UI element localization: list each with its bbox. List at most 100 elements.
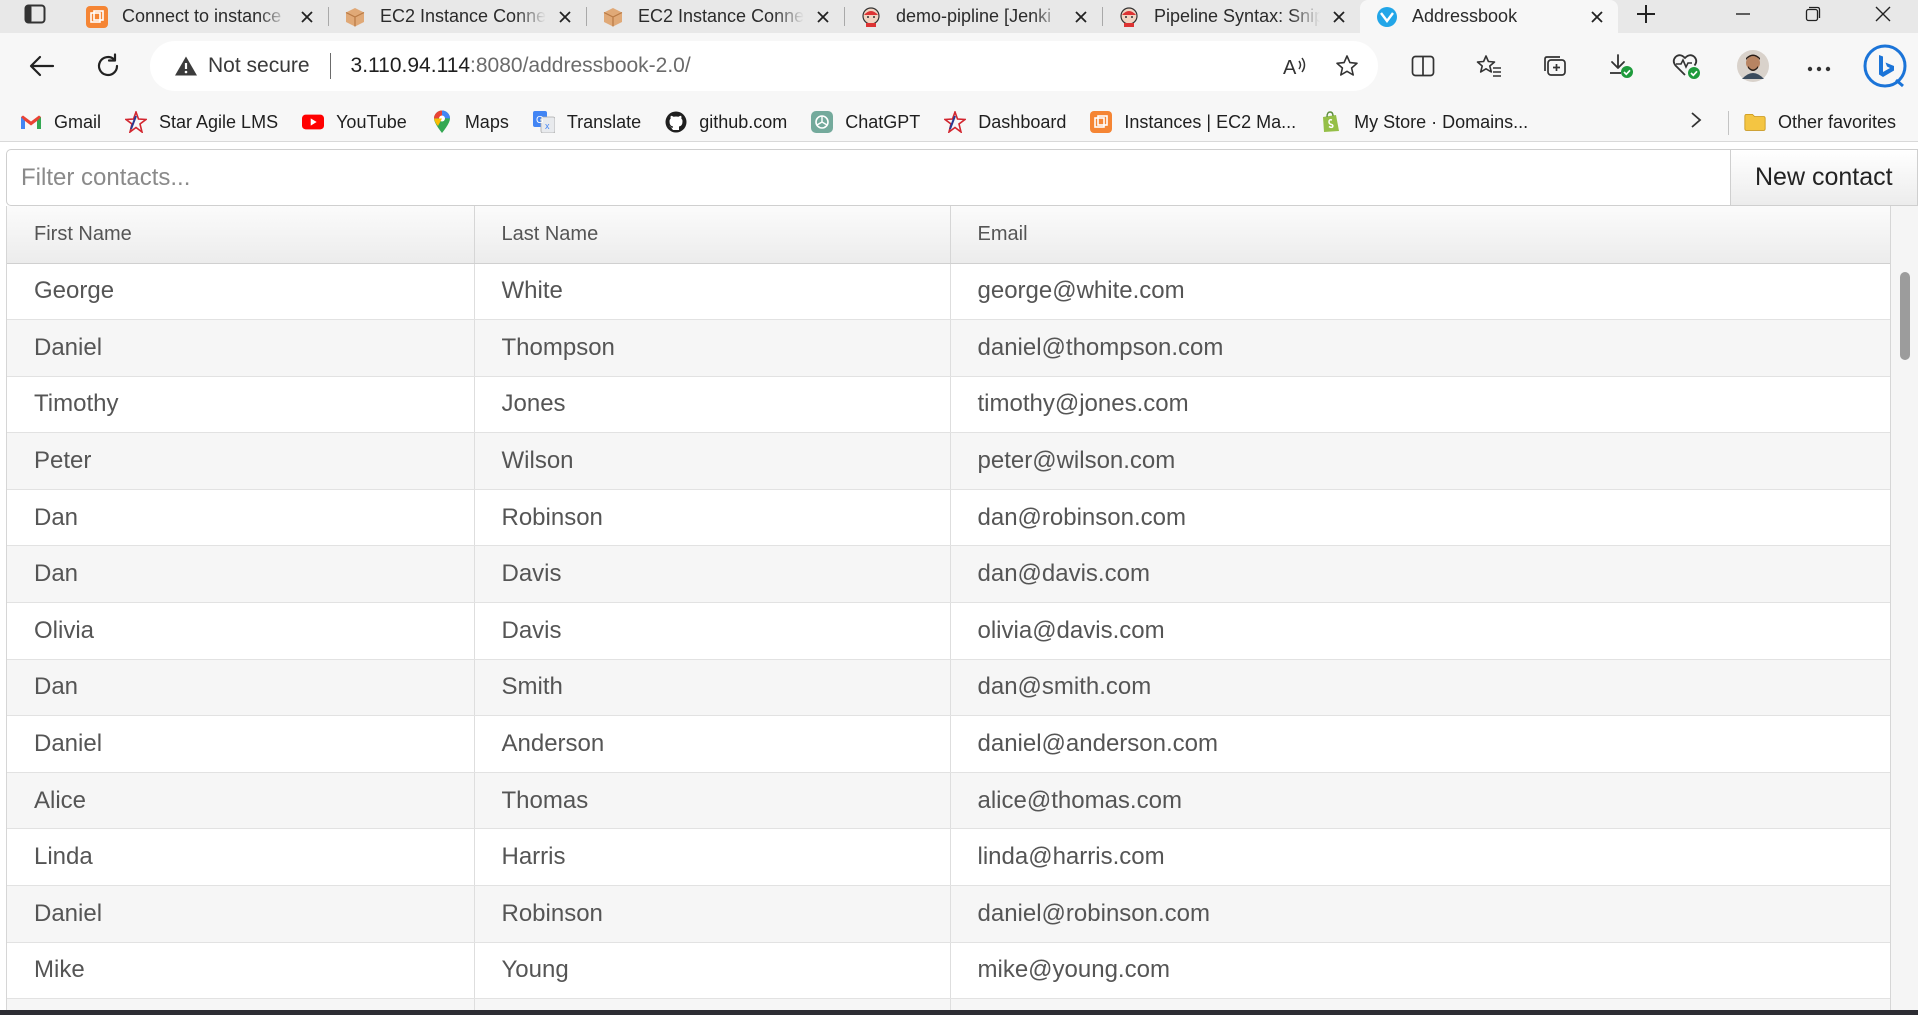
read-aloud-button[interactable]: A (1276, 47, 1314, 85)
close-icon[interactable] (296, 6, 318, 28)
email-cell: dan@smith.com (950, 659, 1890, 717)
tab-demo-pipline-jenkins[interactable]: demo-pipline [Jenki (844, 0, 1102, 33)
bookmark-dashboard[interactable]: Dashboard (944, 111, 1066, 133)
table-row[interactable]: Daniel Robinson daniel@robinson.com (7, 885, 1890, 943)
profile-button[interactable] (1720, 40, 1786, 96)
table-row[interactable]: Mike Young mike@young.com (7, 942, 1890, 1000)
address-bar-actions: A (1276, 41, 1366, 91)
bookmark-translate[interactable]: Gx Translate (532, 111, 642, 133)
translate-icon: Gx (532, 111, 555, 133)
maps-pin-icon (431, 110, 453, 133)
column-header-last-name[interactable]: Last Name (474, 206, 951, 264)
favorites-button[interactable] (1456, 40, 1522, 96)
close-icon[interactable] (812, 6, 834, 28)
first-name-cell: Mike (7, 942, 475, 1000)
table-row[interactable]: Daniel Thompson daniel@thompson.com (7, 319, 1890, 377)
more-bookmarks-button[interactable] (1690, 103, 1702, 141)
browser-toolbar: Not secure 3.110.94.114:8080/addressbook… (0, 33, 1918, 103)
close-window-button[interactable] (1848, 0, 1918, 33)
tab-connect-to-instance[interactable]: Connect to instance (70, 0, 328, 33)
more-dots-icon (1807, 59, 1831, 77)
close-icon[interactable] (1070, 6, 1092, 28)
bookmark-maps[interactable]: Maps (431, 110, 509, 133)
settings-more-button[interactable] (1786, 40, 1852, 96)
bookmark-gmail[interactable]: Gmail (20, 111, 101, 133)
scrollbar-thumb[interactable] (1900, 272, 1910, 360)
last-name-cell: Jones (474, 376, 951, 434)
close-icon[interactable] (1586, 6, 1608, 28)
bookmarks-divider (1728, 111, 1729, 135)
column-header-email[interactable]: Email (950, 206, 1890, 264)
email-cell: linda@harris.com (950, 828, 1890, 887)
first-name-cell: Dan (7, 659, 475, 717)
refresh-button[interactable] (80, 40, 136, 96)
browser-tools (1390, 33, 1918, 103)
table-row[interactable]: George White george@white.com (7, 263, 1890, 321)
table-row[interactable]: Alice Thomas alice@thomas.com (7, 772, 1890, 830)
bookmark-label: Star Agile LMS (159, 111, 279, 132)
favorite-star-button[interactable] (1328, 47, 1366, 85)
bookmark-star-agile-lms[interactable]: Star Agile LMS (125, 111, 278, 133)
email-cell (950, 998, 1890, 1010)
first-name-cell: Daniel (7, 319, 475, 377)
jenkins-icon (860, 6, 882, 28)
close-icon[interactable] (554, 6, 576, 28)
back-button[interactable] (14, 40, 70, 96)
tab-ec2-instance-connect-2[interactable]: EC2 Instance Conne (586, 0, 844, 33)
address-bar[interactable]: Not secure 3.110.94.114:8080/addressbook… (150, 41, 1378, 91)
table-row[interactable]: Dan Smith dan@smith.com (7, 659, 1890, 717)
bookmark-instances-ec2[interactable]: Instances | EC2 Ma... (1090, 111, 1296, 133)
tab-title: EC2 Instance Conne (638, 6, 804, 26)
gmail-icon (20, 111, 42, 133)
tab-title: Pipeline Syntax: Snip (1154, 6, 1320, 26)
bookmark-label: My Store · Domains... (1354, 111, 1529, 132)
new-tab-button[interactable] (1618, 0, 1674, 33)
last-name-cell: Davis (474, 602, 951, 660)
table-row[interactable]: Olivia Davis olivia@davis.com (7, 602, 1890, 660)
tab-ec2-instance-connect[interactable]: EC2 Instance Conne (328, 0, 586, 33)
bookmark-youtube[interactable]: YouTube (302, 111, 407, 133)
table-row[interactable] (7, 998, 1890, 1010)
security-indicator[interactable]: Not secure (174, 54, 310, 78)
bookmark-label: Instances | EC2 Ma... (1124, 111, 1297, 132)
tab-title: demo-pipline [Jenki (896, 6, 1052, 26)
bing-copilot-button[interactable] (1852, 40, 1918, 96)
restore-button[interactable] (1778, 0, 1848, 33)
star-agile-icon (125, 111, 148, 133)
other-favorites-folder[interactable]: Other favorites (1744, 103, 1896, 141)
aws-box-icon (344, 6, 366, 28)
first-name-cell: Alice (7, 772, 475, 830)
browser-essentials-button[interactable] (1654, 40, 1720, 96)
split-screen-button[interactable] (1390, 40, 1456, 96)
bookmark-my-store[interactable]: My Store · Domains... (1320, 111, 1528, 133)
table-row[interactable]: Timothy Jones timothy@jones.com (7, 376, 1890, 434)
last-name-cell: Thomas (474, 772, 951, 830)
close-icon[interactable] (1328, 6, 1350, 28)
tab-addressbook[interactable]: Addressbook (1360, 0, 1618, 33)
table-row[interactable]: Dan Robinson dan@robinson.com (7, 489, 1890, 547)
table-row[interactable]: Peter Wilson peter@wilson.com (7, 432, 1890, 490)
filter-contacts-input[interactable] (6, 149, 1731, 206)
split-screen-icon (1411, 55, 1435, 82)
minimize-icon (1735, 6, 1751, 27)
bookmark-chatgpt[interactable]: ChatGPT (811, 111, 920, 133)
table-scrollbar[interactable] (1891, 206, 1918, 1010)
url-text[interactable]: 3.110.94.114:8080/addressbook-2.0/ (351, 54, 691, 78)
bookmark-label: Translate (566, 111, 642, 132)
table-row[interactable]: Daniel Anderson daniel@anderson.com (7, 715, 1890, 773)
aws-box-icon (602, 6, 624, 28)
table-row[interactable]: Linda Harris linda@harris.com (7, 828, 1890, 887)
email-cell: alice@thomas.com (950, 772, 1890, 830)
column-header-first-name[interactable]: First Name (7, 206, 475, 264)
collections-button[interactable] (1522, 40, 1588, 96)
bookmark-github[interactable]: github.com (665, 111, 787, 133)
new-contact-button[interactable]: New contact (1731, 149, 1918, 206)
first-name-cell: Daniel (7, 715, 475, 773)
other-favorites-label: Other favorites (1778, 111, 1897, 132)
table-row[interactable]: Dan Davis dan@davis.com (7, 545, 1890, 604)
jenkins-icon (1118, 6, 1140, 28)
tab-actions-button[interactable] (0, 0, 70, 33)
tab-pipeline-syntax[interactable]: Pipeline Syntax: Snip (1102, 0, 1360, 33)
downloads-button[interactable] (1588, 40, 1654, 96)
minimize-button[interactable] (1708, 0, 1778, 33)
